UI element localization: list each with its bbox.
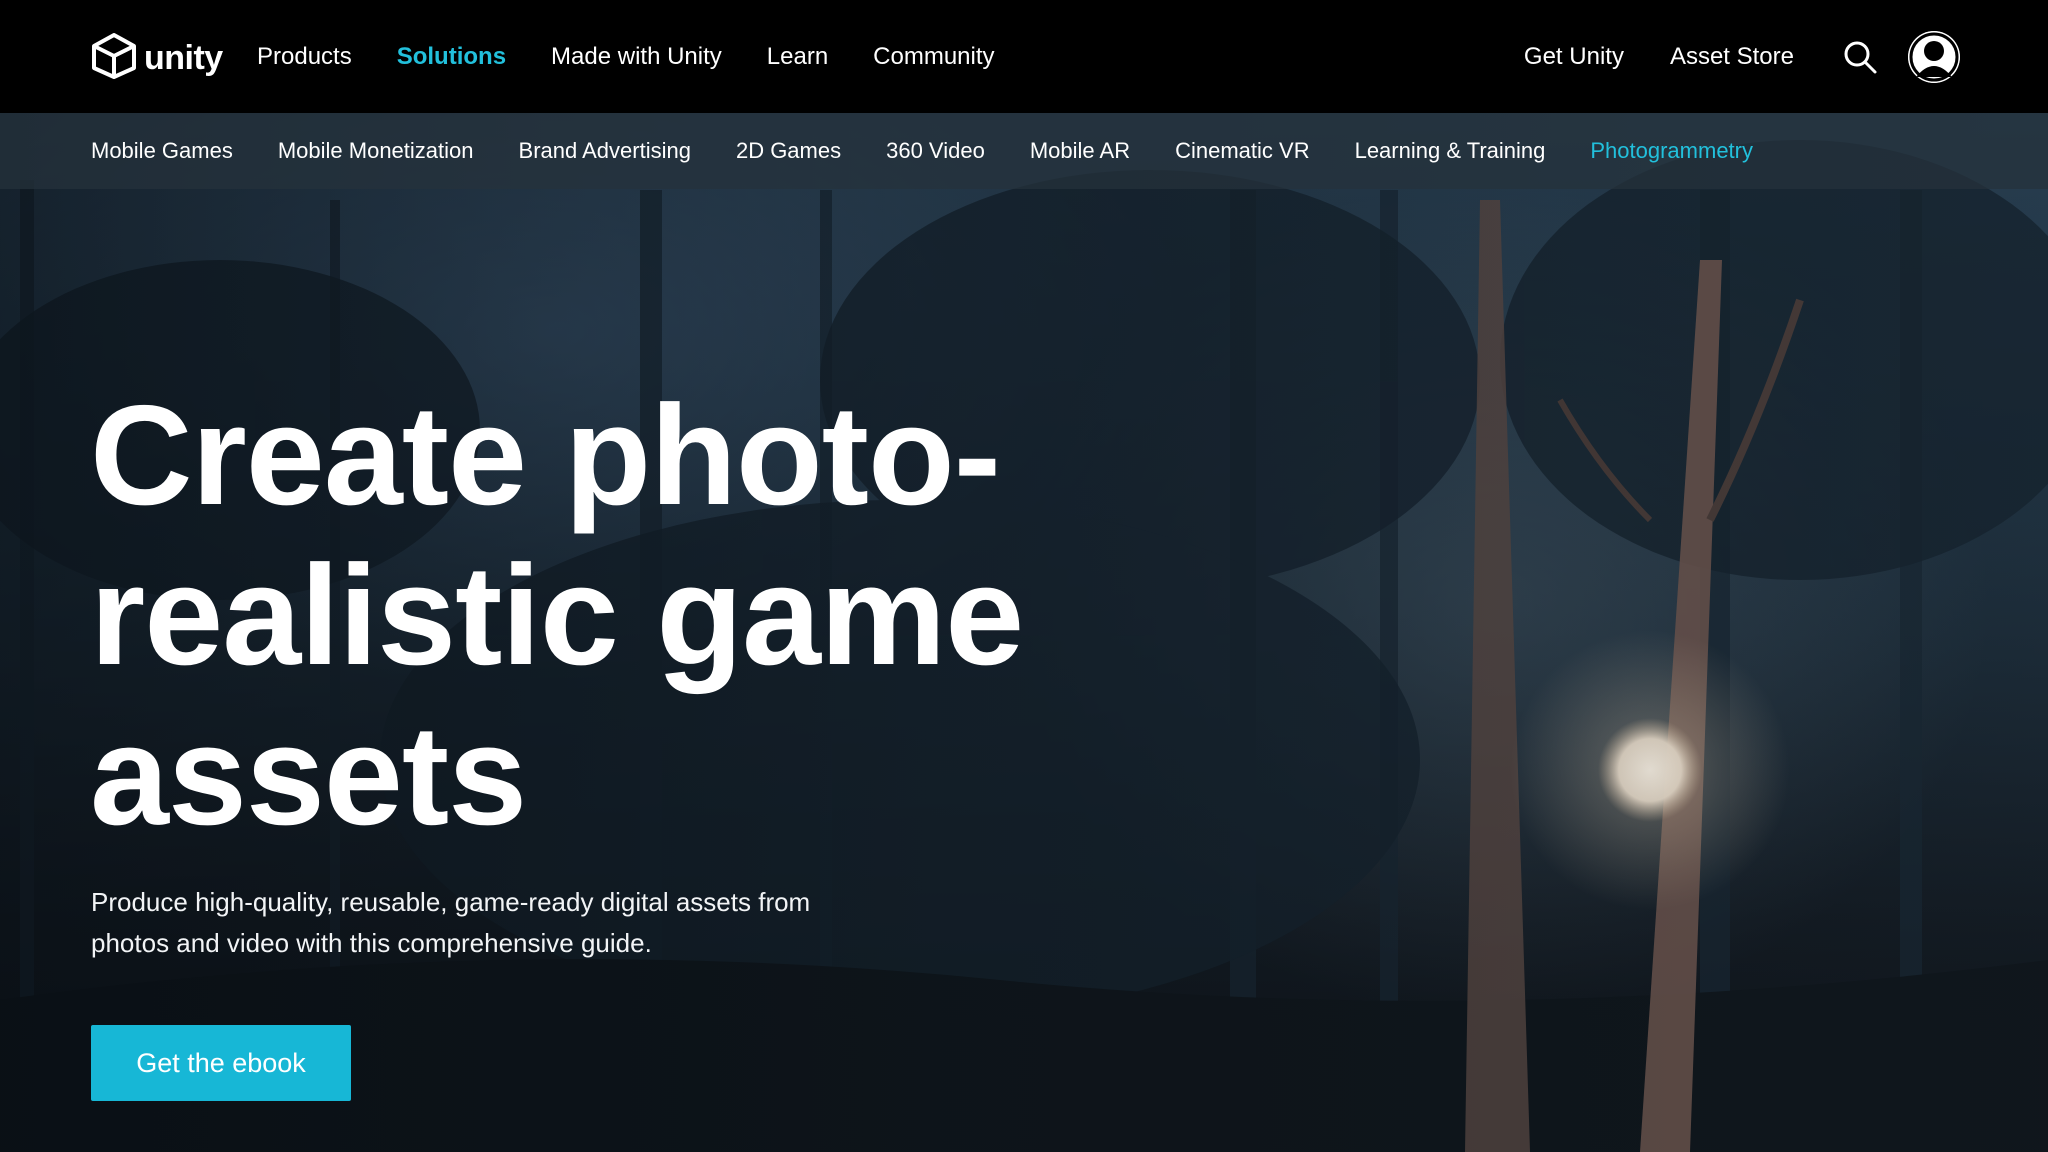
get-ebook-button[interactable]: Get the ebook [91,1025,351,1101]
subnav-learning-training[interactable]: Learning & Training [1355,138,1546,164]
nav-right-group: Get Unity Asset Store [1524,0,1960,113]
top-navigation-bar: unity Products Solutions Made with Unity… [0,0,2048,113]
asset-store-link[interactable]: Asset Store [1670,43,1794,71]
nav-made-with-unity[interactable]: Made with Unity [551,43,722,71]
hero-title: Create photo- realistic game assets [90,376,1090,856]
subnav-2d-games[interactable]: 2D Games [736,138,841,164]
get-unity-link[interactable]: Get Unity [1524,43,1624,71]
hero-title-line: realistic game [90,536,1024,695]
nav-community[interactable]: Community [873,43,994,71]
user-account-icon[interactable] [1908,30,1960,83]
subnav-cinematic-vr[interactable]: Cinematic VR [1175,138,1309,164]
subnav-mobile-ar[interactable]: Mobile AR [1030,138,1130,164]
subnav-brand-advertising[interactable]: Brand Advertising [519,138,691,164]
hero-description: Produce high-quality, reusable, game-rea… [91,887,811,958]
nav-products[interactable]: Products [257,43,352,71]
subnav-photogrammetry[interactable]: Photogrammetry [1590,138,1753,164]
logo-wordmark: unity [144,39,223,77]
unity-logo[interactable]: unity [90,33,223,84]
subnav-360-video[interactable]: 360 Video [886,138,985,164]
search-icon[interactable] [1840,37,1880,77]
subnav-mobile-monetization[interactable]: Mobile Monetization [278,138,474,164]
nav-learn[interactable]: Learn [767,43,828,71]
nav-solutions[interactable]: Solutions [397,43,506,71]
hero-title-line: Create photo- [90,376,1001,535]
unity-cube-icon [90,33,138,84]
subnav-mobile-games[interactable]: Mobile Games [91,138,233,164]
solutions-sub-nav: Mobile Games Mobile Monetization Brand A… [0,113,2048,189]
main-nav: Products Solutions Made with Unity Learn… [257,0,1040,113]
hero-title-line: assets [90,696,527,855]
